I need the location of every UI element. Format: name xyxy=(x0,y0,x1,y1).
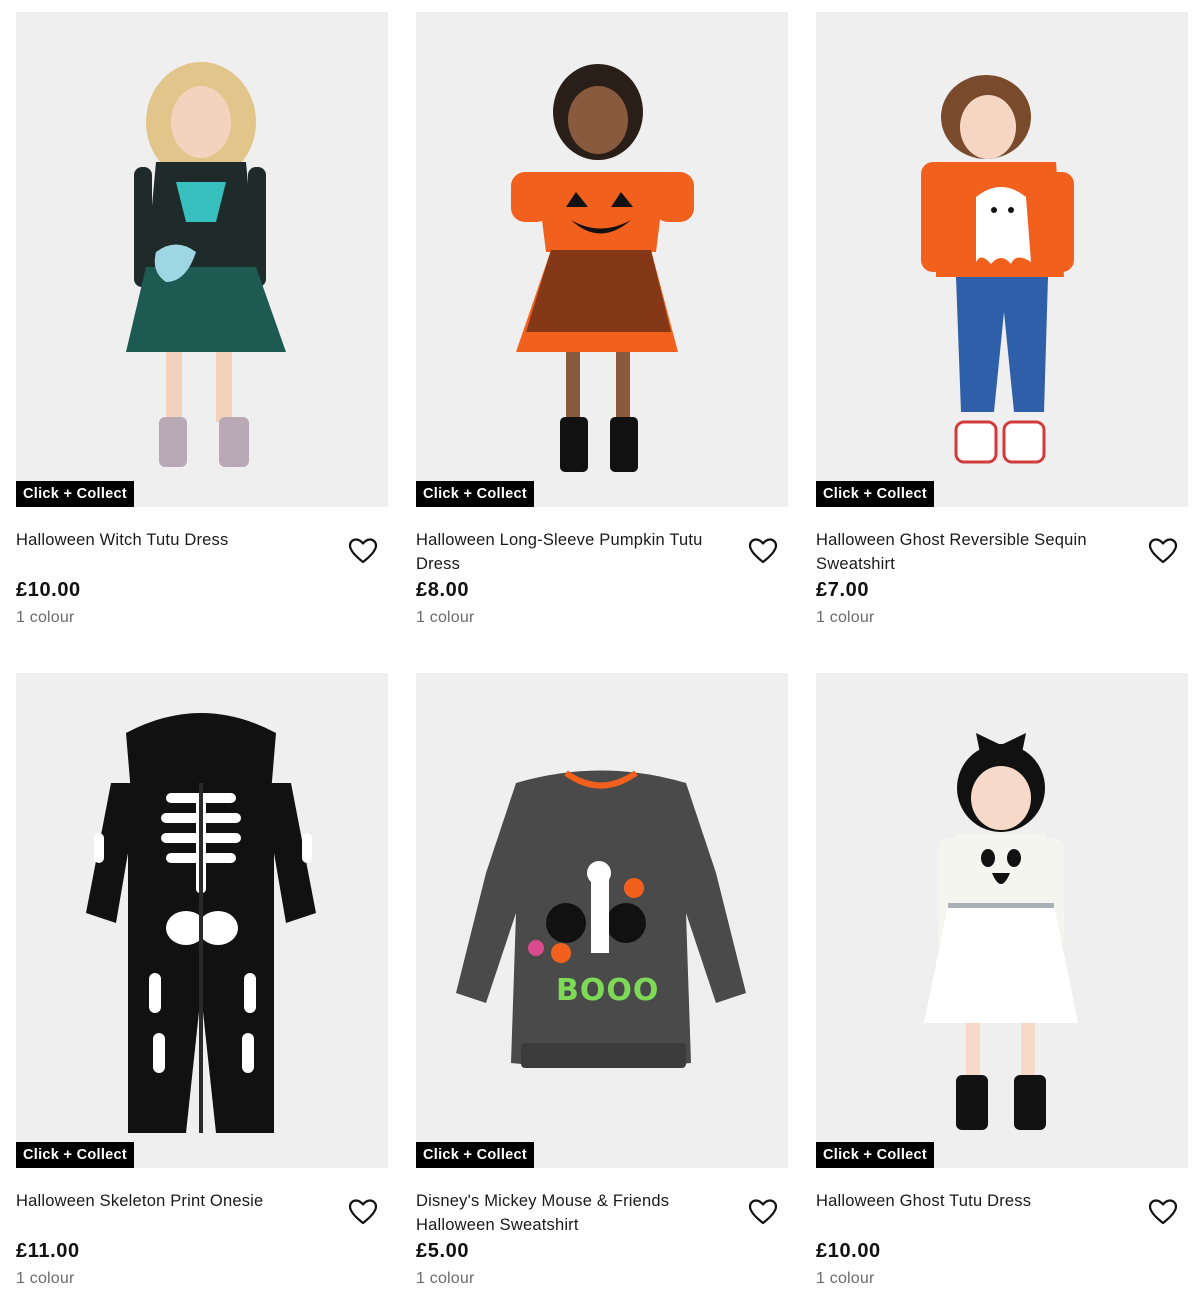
product-title[interactable]: Disney's Mickey Mouse & Friends Hallowee… xyxy=(416,1189,726,1237)
product-card[interactable]: Click + Collect Halloween Witch Tutu Dre… xyxy=(16,12,388,637)
colour-count: 1 colour xyxy=(16,1270,75,1287)
product-info: Halloween Witch Tutu Dress £10.00 1 colo… xyxy=(16,507,388,637)
heart-icon[interactable] xyxy=(1148,1198,1178,1226)
heart-icon[interactable] xyxy=(348,1198,378,1226)
click-collect-badge: Click + Collect xyxy=(16,481,135,507)
product-title[interactable]: Halloween Long-Sleeve Pumpkin Tutu Dress xyxy=(416,528,726,576)
click-collect-badge: Click + Collect xyxy=(416,1142,535,1168)
child-ghost-sweatshirt-photo xyxy=(816,12,1188,507)
product-image[interactable]: Click + Collect xyxy=(416,12,788,507)
skeleton-onesie-photo xyxy=(16,673,388,1168)
colour-count: 1 colour xyxy=(416,1270,475,1287)
product-price: £7.00 xyxy=(816,579,870,601)
product-info: Halloween Ghost Reversible Sequin Sweats… xyxy=(816,507,1188,637)
heart-icon[interactable] xyxy=(748,537,778,565)
heart-icon[interactable] xyxy=(348,537,378,565)
product-card[interactable]: Click + Collect Halloween Ghost Tutu Dre… xyxy=(816,673,1188,1298)
product-image[interactable]: Click + Collect xyxy=(16,12,388,507)
product-title[interactable]: Halloween Skeleton Print Onesie xyxy=(16,1189,326,1213)
child-pumpkin-dress-photo xyxy=(416,12,788,507)
product-info: Disney's Mickey Mouse & Friends Hallowee… xyxy=(416,1168,788,1298)
product-price: £10.00 xyxy=(16,579,81,601)
product-card[interactable]: BOOO Click + Collect Disney's Mickey Mou… xyxy=(416,673,788,1298)
colour-count: 1 colour xyxy=(816,609,875,626)
product-image[interactable]: Click + Collect xyxy=(816,12,1188,507)
heart-icon[interactable] xyxy=(1148,537,1178,565)
product-image[interactable]: BOOO Click + Collect xyxy=(416,673,788,1168)
product-info: Halloween Ghost Tutu Dress £10.00 1 colo… xyxy=(816,1168,1188,1298)
product-grid: Click + Collect Halloween Witch Tutu Dre… xyxy=(0,0,1200,1303)
click-collect-badge: Click + Collect xyxy=(416,481,535,507)
product-price: £11.00 xyxy=(16,1240,80,1262)
product-card[interactable]: Click + Collect Halloween Ghost Reversib… xyxy=(816,12,1188,637)
boo-print-text: BOOO xyxy=(556,973,660,1008)
product-info: Halloween Skeleton Print Onesie £11.00 1… xyxy=(16,1168,388,1298)
product-image[interactable]: Click + Collect xyxy=(16,673,388,1168)
product-card[interactable]: Click + Collect Halloween Long-Sleeve Pu… xyxy=(416,12,788,637)
product-price: £8.00 xyxy=(416,579,470,601)
product-card[interactable]: Click + Collect Halloween Skeleton Print… xyxy=(16,673,388,1298)
child-witch-dress-photo xyxy=(16,12,388,507)
product-price: £5.00 xyxy=(416,1240,470,1262)
colour-count: 1 colour xyxy=(816,1270,875,1287)
product-title[interactable]: Halloween Witch Tutu Dress xyxy=(16,528,326,552)
colour-count: 1 colour xyxy=(16,609,75,626)
product-title[interactable]: Halloween Ghost Tutu Dress xyxy=(816,1189,1126,1213)
heart-icon[interactable] xyxy=(748,1198,778,1226)
product-title[interactable]: Halloween Ghost Reversible Sequin Sweats… xyxy=(816,528,1126,576)
product-info: Halloween Long-Sleeve Pumpkin Tutu Dress… xyxy=(416,507,788,637)
click-collect-badge: Click + Collect xyxy=(816,481,935,507)
product-image[interactable]: Click + Collect xyxy=(816,673,1188,1168)
product-price: £10.00 xyxy=(816,1240,881,1262)
colour-count: 1 colour xyxy=(416,609,475,626)
click-collect-badge: Click + Collect xyxy=(816,1142,935,1168)
mickey-sweatshirt-photo xyxy=(416,673,788,1168)
click-collect-badge: Click + Collect xyxy=(16,1142,135,1168)
child-ghost-tutu-photo xyxy=(816,673,1188,1168)
